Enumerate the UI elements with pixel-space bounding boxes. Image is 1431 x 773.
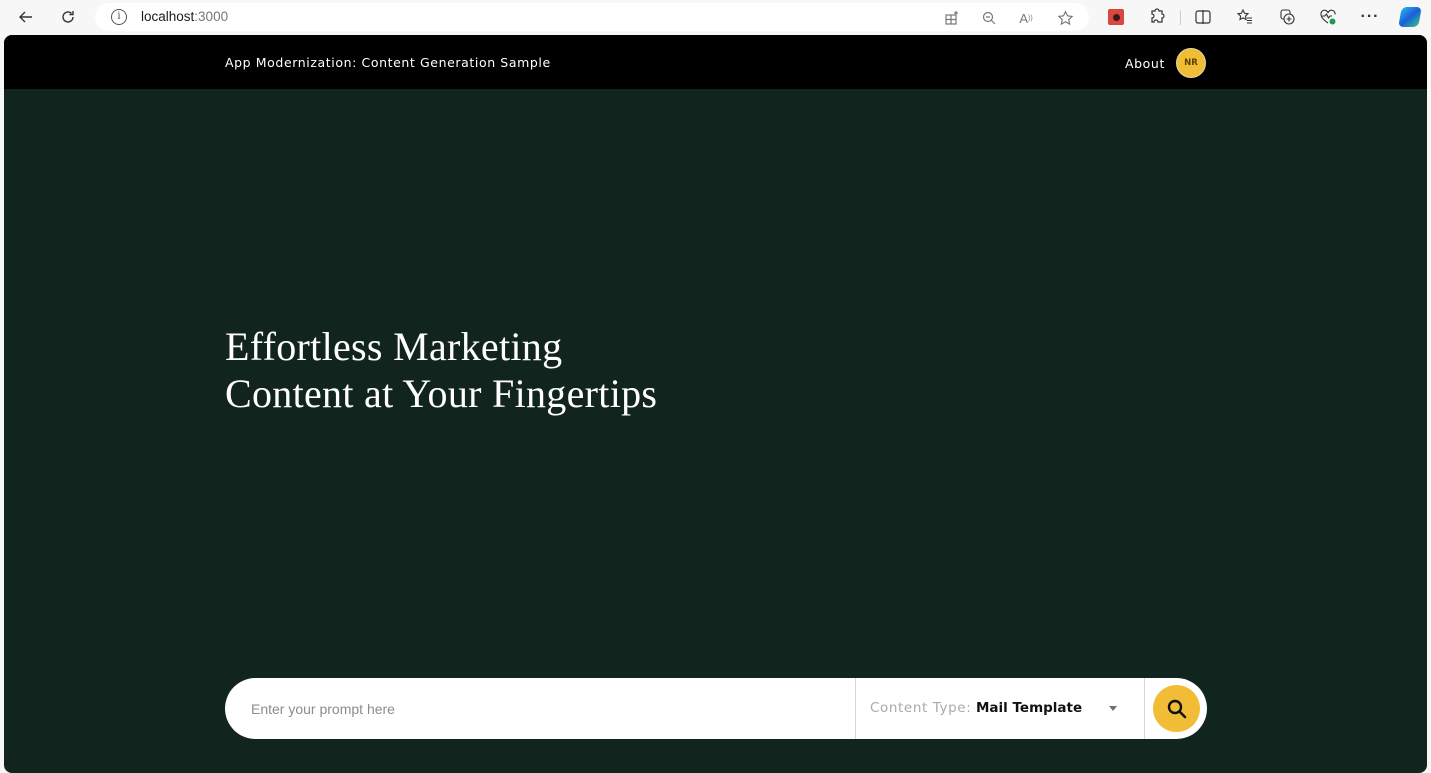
page-viewport: App Modernization: Content Generation Sa… xyxy=(4,35,1427,773)
app-available-icon[interactable] xyxy=(943,9,961,27)
read-aloud-icon[interactable]: A)) xyxy=(1017,9,1035,27)
browser-toolbar: i localhost:3000 A)) ··· xyxy=(0,0,1431,35)
back-icon xyxy=(19,11,32,23)
search-icon xyxy=(1167,699,1186,718)
hero-line-2: Content at Your Fingertips xyxy=(225,371,658,416)
chevron-down-icon[interactable] xyxy=(1109,706,1117,711)
favorite-star-icon[interactable] xyxy=(1056,9,1074,27)
extension-badge-icon[interactable] xyxy=(1104,5,1128,29)
search-button[interactable] xyxy=(1153,685,1200,732)
split-screen-icon[interactable] xyxy=(1191,5,1215,29)
more-menu-icon[interactable]: ··· xyxy=(1358,5,1382,29)
refresh-button[interactable] xyxy=(54,4,82,30)
prompt-bar: Content Type: Mail Template xyxy=(225,678,1207,739)
copilot-icon[interactable] xyxy=(1398,5,1422,29)
favorites-icon[interactable] xyxy=(1233,5,1257,29)
url-port: :3000 xyxy=(194,9,229,24)
browser-essentials-icon[interactable] xyxy=(1316,5,1340,29)
refresh-icon xyxy=(62,11,74,23)
search-divider xyxy=(1144,678,1145,739)
back-button[interactable] xyxy=(12,4,40,30)
extensions-icon[interactable] xyxy=(1146,5,1170,29)
app-title: App Modernization: Content Generation Sa… xyxy=(225,55,551,70)
prompt-input[interactable] xyxy=(251,678,851,739)
collections-icon[interactable] xyxy=(1275,5,1299,29)
url-text[interactable]: localhost:3000 xyxy=(141,9,228,24)
app-header: App Modernization: Content Generation Sa… xyxy=(4,35,1427,89)
about-link[interactable]: About xyxy=(1125,56,1165,71)
content-type-label: Content Type: xyxy=(870,700,972,716)
content-type-value[interactable]: Mail Template xyxy=(976,700,1082,716)
user-avatar[interactable]: NR xyxy=(1176,48,1206,78)
hero-heading: Effortless Marketing Content at Your Fin… xyxy=(225,323,657,417)
zoom-out-icon[interactable] xyxy=(980,9,998,27)
info-icon[interactable]: i xyxy=(111,9,127,25)
url-host: localhost xyxy=(141,9,195,24)
hero-line-1: Effortless Marketing xyxy=(225,324,563,369)
address-bar[interactable]: i localhost:3000 A)) xyxy=(95,3,1089,31)
toolbar-divider xyxy=(1180,10,1181,25)
